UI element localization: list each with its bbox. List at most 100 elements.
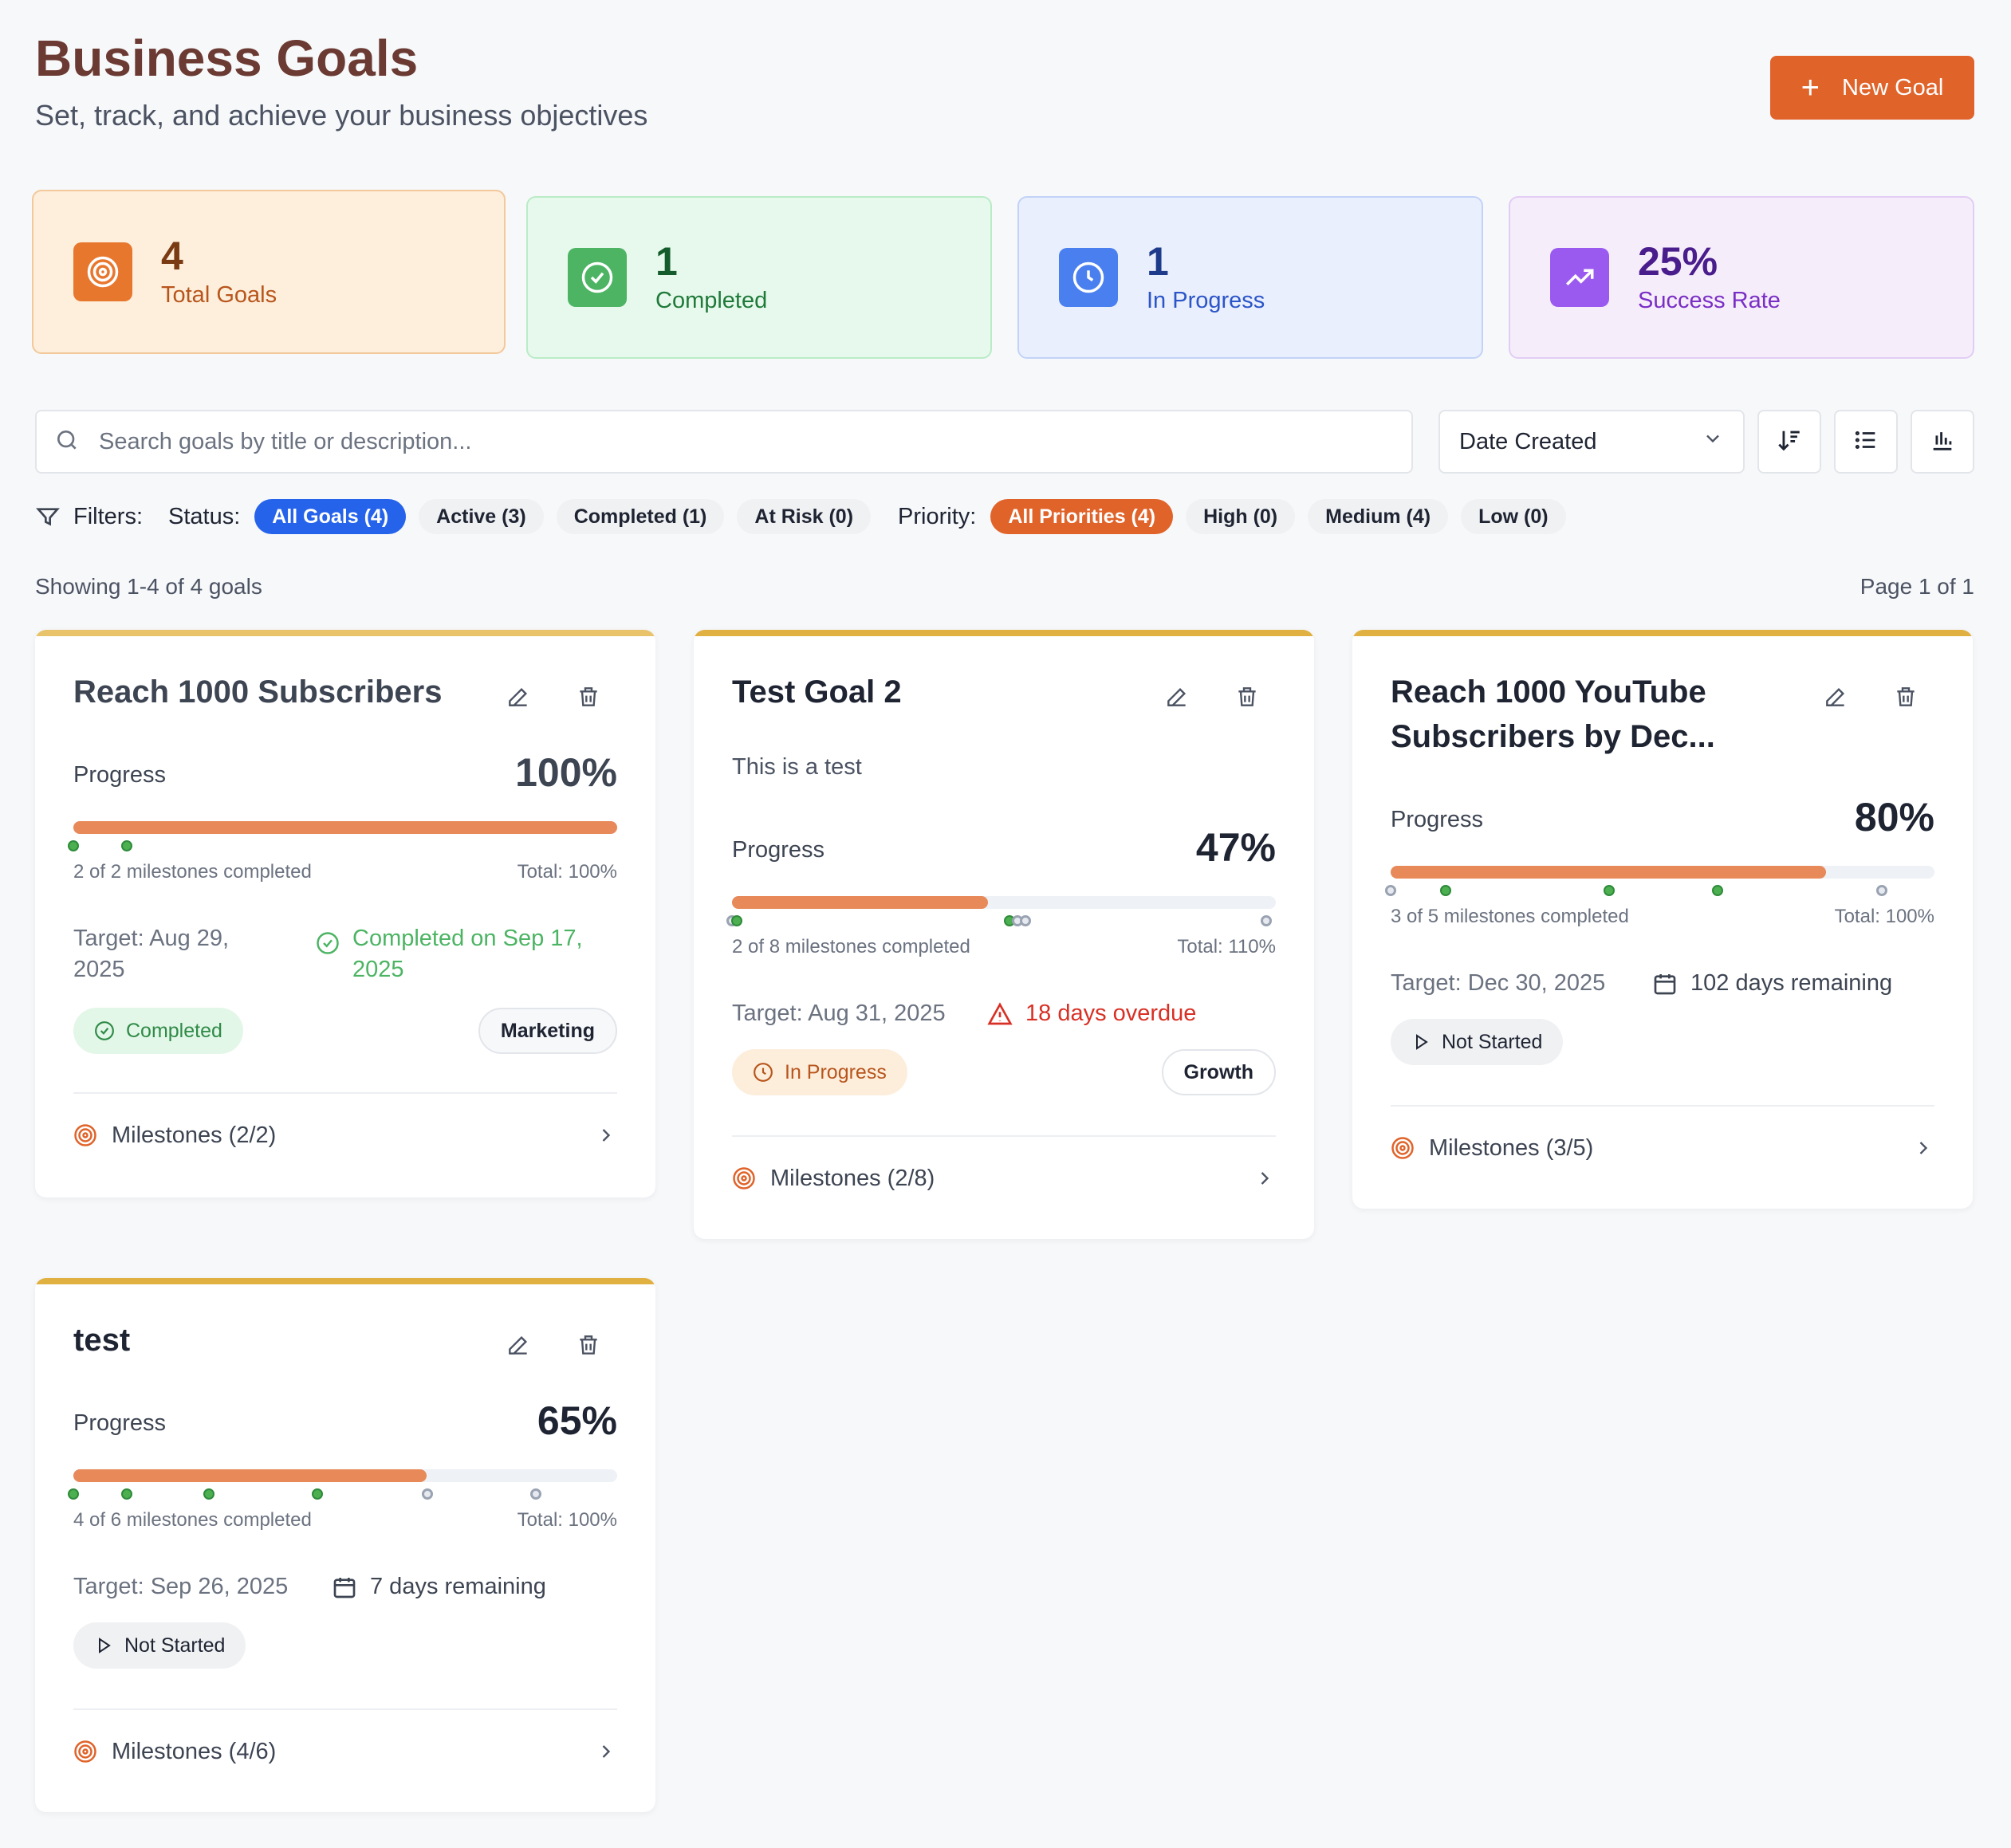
milestone-marker [1876, 885, 1887, 896]
milestones-count: 2 of 8 milestones completed [732, 936, 970, 957]
filter-chip-status-active[interactable]: Active (3) [419, 499, 544, 534]
filter-chip-priority-all[interactable]: All Priorities (4) [990, 499, 1174, 534]
target-icon [733, 1167, 755, 1189]
list-view-button[interactable] [1834, 410, 1898, 474]
goal-title: Reach 1000 YouTube Subscribers by Dec... [1391, 674, 1715, 754]
edit-button[interactable] [1161, 681, 1193, 713]
status-badge-label: In Progress [785, 1060, 887, 1083]
edit-button[interactable] [502, 681, 534, 713]
overdue-note-text: 18 days overdue [1025, 1001, 1197, 1026]
search-icon [54, 427, 80, 457]
days-remaining-note: 102 days remaining [1652, 968, 1939, 999]
progress-label: Progress [73, 762, 167, 788]
filter-chip-priority-low[interactable]: Low (0) [1461, 499, 1566, 534]
days-remaining-text: 102 days remaining [1690, 970, 1893, 996]
delete-button[interactable] [573, 681, 604, 713]
goal-card: Test Goal 2 This is a test Progress 47% … [694, 630, 1314, 1239]
milestone-marker [422, 1488, 433, 1500]
stat-card-success-rate: 25% Success Rate [1509, 196, 1974, 359]
target-date-text: Target: Aug 31, 2025 [732, 1001, 946, 1026]
edit-button[interactable] [1820, 681, 1852, 713]
pencil-icon [509, 1335, 528, 1355]
milestones-toggle[interactable]: Milestones (2/2) [73, 1119, 617, 1151]
stat-card-in-progress: 1 In Progress [1017, 196, 1483, 359]
milestone-marker [121, 840, 132, 851]
progress-bar [1391, 866, 1934, 879]
stat-value: 25% [1638, 239, 1718, 285]
calendar-icon [1654, 974, 1676, 995]
sort-order-button[interactable] [1757, 410, 1821, 474]
milestones-label: Milestones (4/6) [112, 1738, 277, 1764]
progress-percent: 47% [1195, 825, 1276, 870]
edit-button[interactable] [502, 1329, 534, 1361]
target-date: Target: Aug 29, 2025 [73, 923, 265, 985]
milestone-marker [1604, 885, 1615, 896]
filter-bar: Filters: Status: All Goals (4) Active (3… [35, 499, 1579, 534]
completion-note: Completed on Sep 17, 2025 [316, 923, 627, 985]
check-circle-icon [317, 932, 339, 954]
status-badge: Not Started [1391, 1019, 1564, 1065]
milestones-count: 3 of 5 milestones completed [1391, 906, 1629, 927]
filter-chip-status-completed[interactable]: Completed (1) [556, 499, 725, 534]
new-goal-label: New Goal [1842, 74, 1944, 100]
sort-select[interactable]: Date Created [1438, 410, 1745, 474]
chart-view-button[interactable] [1911, 410, 1974, 474]
card-divider [73, 1092, 617, 1094]
progress-fill [732, 896, 988, 909]
milestones-total: Total: 100% [517, 1509, 617, 1531]
milestones-count: 4 of 6 milestones completed [73, 1509, 312, 1531]
category-tag: Growth [1161, 1049, 1276, 1095]
play-icon [99, 1638, 111, 1653]
progress-bar [73, 821, 617, 834]
milestone-marker [1440, 885, 1451, 896]
stat-value: 4 [161, 234, 183, 279]
goal-title: Reach 1000 Subscribers [73, 674, 443, 710]
trash-icon [580, 687, 597, 706]
milestones-toggle[interactable]: Milestones (3/5) [1391, 1132, 1934, 1164]
target-date: Target: Dec 30, 2025 [1391, 968, 1662, 999]
milestones-toggle[interactable]: Milestones (2/8) [732, 1162, 1276, 1194]
progress-percent: 65% [537, 1398, 617, 1443]
target-icon [1391, 1137, 1414, 1159]
overdue-note: 18 days overdue [987, 998, 1290, 1029]
filter-chip-status-at-risk[interactable]: At Risk (0) [737, 499, 872, 534]
progress-bar [73, 1469, 617, 1482]
filter-chip-status-all[interactable]: All Goals (4) [254, 499, 407, 534]
status-badge: Not Started [73, 1622, 246, 1669]
bar-chart-icon [1929, 427, 1956, 458]
target-date-text: Target: Dec 30, 2025 [1391, 970, 1606, 996]
search-input[interactable] [99, 428, 1295, 455]
completion-note-text: Completed on Sep 17, 2025 [352, 926, 583, 983]
days-remaining-text: 7 days remaining [370, 1574, 546, 1599]
milestone-marker [731, 915, 742, 926]
filter-chip-priority-high[interactable]: High (0) [1186, 499, 1296, 534]
progress-label: Progress [1391, 807, 1484, 832]
trash-icon [1238, 687, 1256, 706]
play-icon [1416, 1034, 1428, 1050]
goal-description: This is a test [732, 754, 862, 780]
calendar-icon [333, 1578, 356, 1598]
new-goal-button[interactable]: + New Goal [1770, 56, 1974, 120]
delete-button[interactable] [1890, 681, 1922, 713]
page-title: Business Goals [35, 29, 419, 87]
goal-title: Test Goal 2 [732, 674, 902, 710]
delete-button[interactable] [1231, 681, 1263, 713]
goal-title: test [73, 1323, 131, 1358]
pencil-icon [1167, 687, 1187, 706]
milestones-toggle[interactable]: Milestones (4/6) [73, 1736, 617, 1767]
stat-card-total-goals: 4 Total Goals [32, 190, 506, 354]
milestones-total: Total: 100% [517, 861, 617, 883]
filter-chip-priority-medium[interactable]: Medium (4) [1308, 499, 1449, 534]
card-divider [1391, 1105, 1934, 1107]
goal-card: Reach 1000 YouTube Subscribers by Dec...… [1352, 630, 1973, 1209]
status-badge-label: Not Started [124, 1634, 226, 1657]
search-box [35, 410, 1413, 474]
chevron-right-icon [1919, 1142, 1928, 1154]
progress-label: Progress [732, 837, 825, 863]
clock-icon [1059, 248, 1118, 307]
card-divider [732, 1135, 1276, 1137]
category-tag: Marketing [478, 1008, 617, 1054]
milestones-total: Total: 100% [1834, 906, 1934, 927]
target-icon [74, 1124, 96, 1146]
delete-button[interactable] [573, 1329, 604, 1361]
